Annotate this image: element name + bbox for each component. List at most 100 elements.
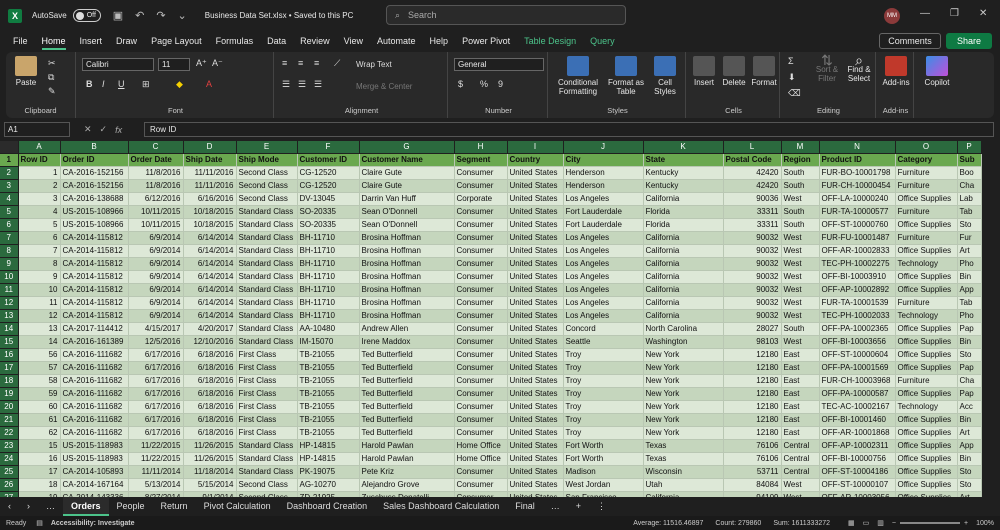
cell[interactable]: Ted Butterfield [359,400,455,414]
cell[interactable]: 90032 [723,270,782,284]
fx-icon[interactable]: fx [115,125,122,135]
currency-icon[interactable]: $ [458,79,463,89]
cell[interactable]: Standard Class [236,231,298,245]
column-header[interactable]: M [781,141,820,154]
cell[interactable]: 4/20/2017 [183,322,237,336]
cell[interactable]: US-2015-108966 [60,205,129,219]
cell[interactable]: Bin [957,452,982,466]
cell[interactable]: 1 [18,166,61,180]
cell[interactable]: CA-2014-105893 [60,465,129,479]
cell[interactable]: 62 [18,426,61,440]
cell[interactable]: 10/11/2015 [128,218,184,232]
cell[interactable]: 90036 [723,192,782,206]
cell[interactable]: 11/26/2015 [183,439,237,453]
cell[interactable]: South [781,205,820,219]
cell[interactable]: South [781,179,820,193]
cell[interactable]: Standard Class [236,439,298,453]
cell[interactable]: West [781,231,820,245]
orientation-icon[interactable]: ⟋ [334,58,340,69]
cell[interactable]: Fort Worth [563,439,644,453]
cell[interactable]: New York [643,387,724,401]
cell[interactable]: Consumer [454,387,508,401]
column-header[interactable]: B [60,141,129,154]
cell[interactable]: United States [507,426,564,440]
cell[interactable]: 11/8/2016 [128,166,184,180]
cell[interactable]: California [643,231,724,245]
cell[interactable]: 90032 [723,257,782,271]
tab-page-layout[interactable]: Page Layout [144,31,209,51]
table-header-cell[interactable]: Customer ID [297,153,360,167]
italic-icon[interactable]: I [102,79,105,89]
table-header-cell[interactable]: Order Date [128,153,184,167]
cell[interactable]: Cha [957,374,982,388]
cell[interactable]: 6/18/2016 [183,413,237,427]
cell[interactable]: 11/22/2015 [128,452,184,466]
cell[interactable]: CA-2016-111682 [60,348,129,362]
cell[interactable]: AA-10480 [297,322,360,336]
cut-icon[interactable]: ✂ [48,58,56,69]
cell[interactable]: TEC-AC-10002167 [819,400,896,414]
cell[interactable]: 90032 [723,296,782,310]
cell[interactable]: 12180 [723,413,782,427]
sheet-tab-orders[interactable]: Orders [63,497,109,516]
cell[interactable]: 56 [18,348,61,362]
cell[interactable]: 6/17/2016 [128,413,184,427]
cell[interactable]: Standard Class [236,465,298,479]
row-header[interactable]: 6 [0,218,19,232]
cell[interactable]: Standard Class [236,335,298,349]
cell[interactable]: App [957,439,982,453]
cell[interactable]: Office Supplies [895,270,958,284]
cell[interactable]: TB-21055 [297,361,360,375]
cell[interactable]: East [781,413,820,427]
tab-data[interactable]: Data [260,31,293,51]
restore-icon[interactable]: ❐ [950,8,959,19]
column-header[interactable]: K [643,141,724,154]
cell[interactable]: CA-2014-115812 [60,309,129,323]
cell[interactable]: US-2015-118983 [60,439,129,453]
cell[interactable]: Office Supplies [895,465,958,479]
cell[interactable]: Office Supplies [895,413,958,427]
cell[interactable]: 11/26/2015 [183,452,237,466]
align-top-icon[interactable]: ≡ [282,58,287,68]
comments-button[interactable]: Comments [879,33,941,49]
more-sheets-right-icon[interactable]: … [543,497,568,516]
cell[interactable]: Technology [895,400,958,414]
cell[interactable]: 12/5/2016 [128,335,184,349]
select-all-corner[interactable] [0,141,19,154]
row-header[interactable]: 4 [0,192,19,206]
zoom-in-icon[interactable]: + [964,520,968,527]
cell[interactable]: 6/14/2014 [183,309,237,323]
cell[interactable]: 12180 [723,426,782,440]
cell[interactable]: 17 [18,465,61,479]
cell[interactable]: West [781,283,820,297]
cell[interactable]: US-2015-118983 [60,452,129,466]
autosum-icon[interactable]: Σ [788,56,794,66]
table-header-cell[interactable]: City [563,153,644,167]
cell[interactable]: Los Angeles [563,309,644,323]
find-select-button[interactable]: ⌕ Find & Select [844,53,874,83]
cell[interactable]: 6/17/2016 [128,374,184,388]
cell[interactable]: New York [643,348,724,362]
cell[interactable]: 13 [18,322,61,336]
cell[interactable]: 11/11/2016 [183,166,237,180]
row-header[interactable]: 8 [0,244,19,258]
column-header[interactable]: I [507,141,564,154]
sheet-tab-dashboard[interactable]: Dashboard Creation [279,497,376,516]
cell[interactable]: FUR-TA-10000577 [819,205,896,219]
font-name-select[interactable]: Calibri [82,58,154,71]
cell[interactable]: Fort Lauderdale [563,205,644,219]
cell[interactable]: CA-2014-115812 [60,270,129,284]
cell[interactable]: 12 [18,309,61,323]
row-header[interactable]: 7 [0,231,19,245]
cell[interactable]: FUR-BO-10001798 [819,166,896,180]
percent-icon[interactable]: % [480,79,488,89]
cell[interactable]: IM-15070 [297,335,360,349]
share-button[interactable]: Share [946,33,992,49]
cell[interactable]: TB-21055 [297,400,360,414]
cell[interactable]: Troy [563,413,644,427]
cell[interactable]: Henderson [563,166,644,180]
cell[interactable]: Standard Class [236,244,298,258]
cell[interactable]: Texas [643,452,724,466]
cell[interactable]: TB-21055 [297,374,360,388]
cell[interactable]: Consumer [454,296,508,310]
